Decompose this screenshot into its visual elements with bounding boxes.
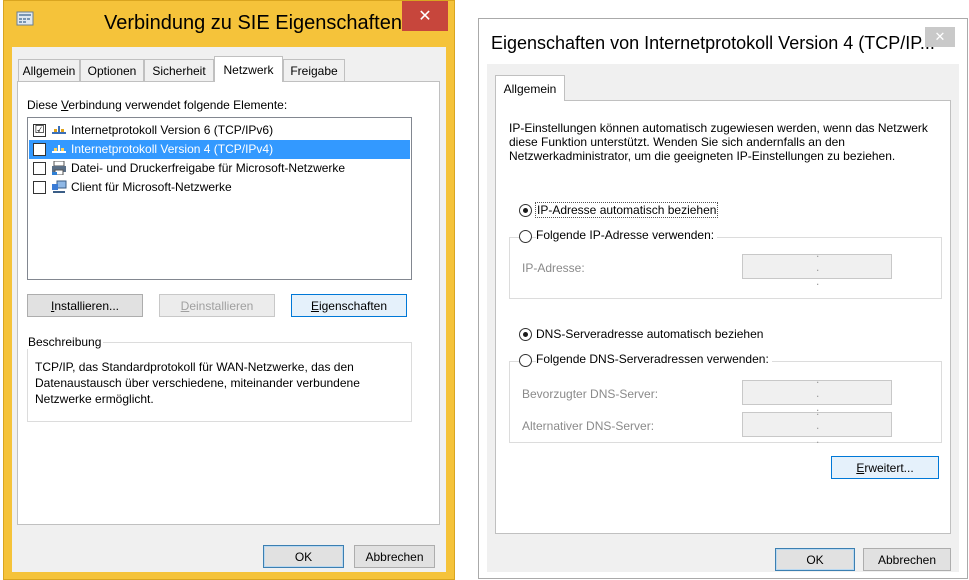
left-title-bar[interactable]: Verbindung zu SIE Eigenschaften ✕ xyxy=(4,1,454,47)
ok-button[interactable]: OK xyxy=(263,545,344,568)
ip-auto-label[interactable]: IP-Adresse automatisch beziehen xyxy=(534,202,719,218)
item-checkbox[interactable]: ☑ xyxy=(33,143,46,156)
item-checkbox[interactable]: ☑ xyxy=(33,124,46,137)
window-title: Eigenschaften von Internetprotokoll Vers… xyxy=(491,33,935,53)
intro-text: IP-Einstellungen können automatisch zuge… xyxy=(509,121,928,163)
close-button[interactable]: ✕ xyxy=(402,1,448,31)
close-button[interactable]: ✕ xyxy=(925,27,955,47)
left-dialog-window: Verbindung zu SIE Eigenschaften ✕ Allgem… xyxy=(3,0,455,580)
right-title-bar[interactable]: Eigenschaften von Internetprotokoll Vers… xyxy=(479,19,967,64)
network-protocol-icon xyxy=(51,123,67,137)
network-protocol-icon xyxy=(51,142,67,156)
description-text: TCP/IP, das Standardprotokoll für WAN-Ne… xyxy=(35,360,360,406)
elements-list[interactable]: ☑ Internetprotokoll Version 6 (TCP/IPv6)… xyxy=(27,117,412,280)
dns-auto-radio[interactable] xyxy=(519,328,532,341)
tab-sicherheit[interactable]: Sicherheit xyxy=(144,59,214,81)
allgemein-tab-page: IP-Einstellungen können automatisch zuge… xyxy=(495,100,951,534)
dns-manual-label[interactable]: Folgende DNS-Serveradressen verwenden: xyxy=(536,352,772,366)
list-item-selected[interactable]: ☑ Internetprotokoll Version 4 (TCP/IPv4) xyxy=(29,140,410,159)
cancel-button[interactable]: Abbrechen xyxy=(354,545,435,568)
tab-optionen[interactable]: Optionen xyxy=(80,59,144,81)
description-group: Beschreibung TCP/IP, das Standardprotoko… xyxy=(26,335,412,422)
right-client-area: Allgemein IP-Einstellungen können automa… xyxy=(487,64,959,572)
item-label: Datei- und Druckerfreigabe für Microsoft… xyxy=(71,161,346,175)
ip-manual-label[interactable]: Folgende IP-Adresse verwenden: xyxy=(536,228,718,242)
tab-freigabe[interactable]: Freigabe xyxy=(283,59,345,81)
right-dialog-window: Eigenschaften von Internetprotokoll Vers… xyxy=(478,18,968,579)
list-item[interactable]: Client für Microsoft-Netzwerke xyxy=(29,178,410,197)
dns-alternate-label: Alternativer DNS-Server: xyxy=(522,419,655,433)
cancel-button[interactable]: Abbrechen xyxy=(863,548,951,571)
properties-button[interactable]: Eigenschaften xyxy=(291,294,407,317)
description-title: Beschreibung xyxy=(26,335,104,349)
tab-allgemein[interactable]: Allgemein xyxy=(495,75,565,101)
install-button[interactable]: Installieren... xyxy=(27,294,143,317)
close-icon: ✕ xyxy=(418,8,432,25)
list-item[interactable]: ☑ Internetprotokoll Version 6 (TCP/IPv6) xyxy=(29,121,410,140)
item-checkbox[interactable] xyxy=(33,181,46,194)
dns-manual-radio[interactable] xyxy=(519,354,532,367)
advanced-button[interactable]: Erweitert... xyxy=(831,456,939,479)
ok-button[interactable]: OK xyxy=(775,548,855,571)
close-icon: ✕ xyxy=(934,29,946,44)
network-client-icon xyxy=(51,180,67,194)
dns-preferred-label: Bevorzugter DNS-Server: xyxy=(522,387,659,401)
tab-allgemein[interactable]: Allgemein xyxy=(18,59,80,81)
ip-auto-radio[interactable] xyxy=(519,204,532,217)
ip-address-field[interactable]: . . . xyxy=(742,246,892,288)
dns-alternate-field[interactable]: . . . xyxy=(742,404,892,446)
netzwerk-tab-page: Diese Verbindung verwendet folgende Elem… xyxy=(17,81,440,525)
dns-preferred-field[interactable]: . . . xyxy=(742,372,892,414)
printer-share-icon xyxy=(51,160,67,176)
window-title: Verbindung zu SIE Eigenschaften xyxy=(104,12,402,34)
ip-address-label: IP-Adresse: xyxy=(522,261,585,275)
item-label: Internetprotokoll Version 6 (TCP/IPv6) xyxy=(71,123,274,137)
item-label: Client für Microsoft-Netzwerke xyxy=(71,180,232,194)
tab-netzwerk[interactable]: Netzwerk xyxy=(214,56,283,82)
list-item[interactable]: Datei- und Druckerfreigabe für Microsoft… xyxy=(29,159,410,178)
item-checkbox[interactable] xyxy=(33,162,46,175)
app-icon xyxy=(16,11,34,27)
dns-auto-label[interactable]: DNS-Serveradresse automatisch beziehen xyxy=(536,327,763,341)
elements-label: Diese Verbindung verwendet folgende Elem… xyxy=(27,98,288,112)
uninstall-button[interactable]: Deinstallieren xyxy=(159,294,275,317)
left-client-area: Allgemein Optionen Sicherheit Netzwerk F… xyxy=(12,47,446,572)
item-label: Internetprotokoll Version 4 (TCP/IPv4) xyxy=(71,142,274,156)
ip-manual-radio[interactable] xyxy=(519,230,532,243)
